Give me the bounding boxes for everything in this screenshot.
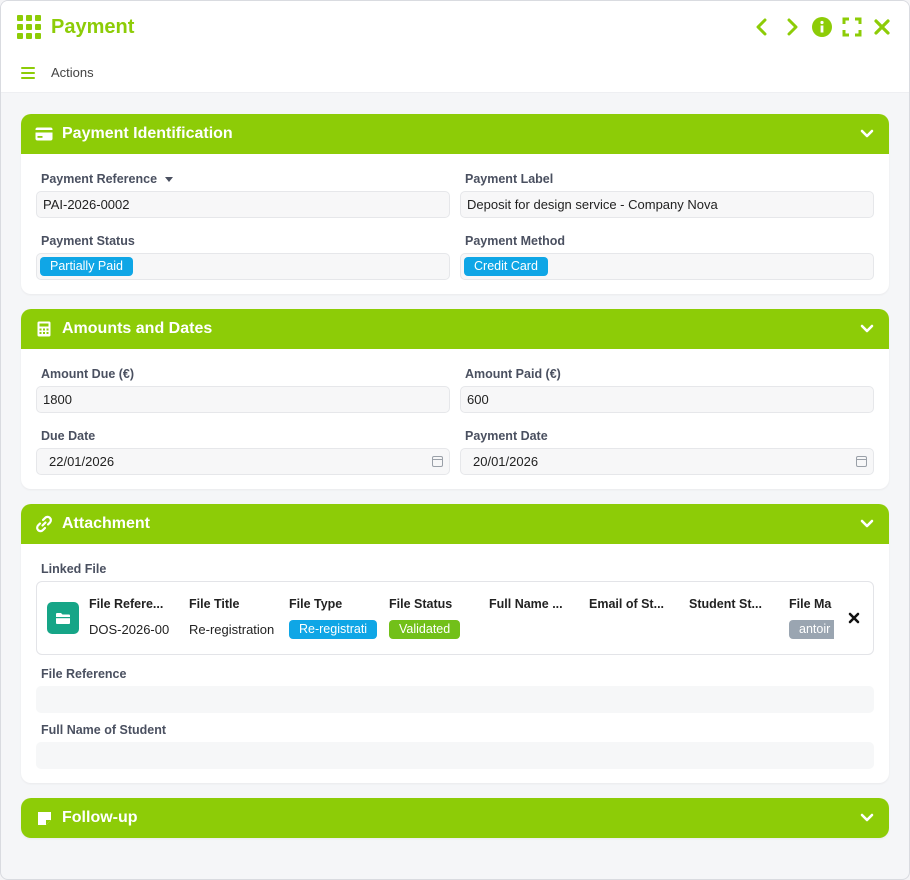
section-title: Attachment: [62, 515, 151, 532]
payment-date-label: Payment Date: [465, 429, 548, 443]
chevron-down-icon[interactable]: [859, 321, 875, 337]
file-manager-badge: antoir: [789, 619, 834, 639]
fullscreen-button[interactable]: [841, 16, 863, 38]
status-badge: Partially Paid: [40, 257, 133, 276]
window-title: Payment: [51, 15, 135, 38]
due-date-input[interactable]: 22/01/2026: [36, 448, 450, 475]
due-date-label: Due Date: [41, 429, 96, 443]
payment-reference-label: Payment Reference: [41, 172, 158, 186]
section-attachment: Attachment Linked File File Refere... DO…: [21, 504, 889, 783]
linked-file-label: Linked File: [41, 562, 107, 576]
file-reference-field: File Reference: [36, 667, 874, 713]
chevron-down-icon[interactable]: [859, 516, 875, 532]
chevron-down-icon[interactable]: [859, 126, 875, 142]
info-button[interactable]: [811, 16, 833, 38]
amount-due-label: Amount Due (€): [41, 367, 135, 381]
next-record-button[interactable]: [781, 16, 803, 38]
close-window-button[interactable]: [871, 16, 893, 38]
actions-button[interactable]: Actions: [51, 65, 94, 80]
credit-card-icon: [35, 125, 53, 143]
column-header: Email of St...: [589, 597, 665, 611]
due-date-field: Due Date 22/01/2026: [36, 423, 450, 475]
app-grid-icon[interactable]: [17, 15, 41, 39]
student-status-value: [689, 619, 781, 639]
payment-status-field: Payment Status Partially Paid: [36, 228, 450, 280]
file-title-value: Re-registration: [189, 621, 275, 637]
linked-file-columns: File Refere... DOS-2026-00 File Title Re…: [89, 597, 834, 639]
section-header-amounts-dates[interactable]: Amounts and Dates: [21, 309, 889, 349]
payment-reference-field: Payment Reference PAI-2026-0002: [36, 166, 450, 218]
section-title: Follow-up: [62, 809, 138, 826]
column-header: File Ma: [789, 597, 832, 611]
payment-label-field: Payment Label Deposit for design service…: [460, 166, 874, 218]
payment-label-input[interactable]: Deposit for design service - Company Nov…: [460, 191, 874, 218]
chevron-right-icon: [787, 18, 798, 36]
section-amounts-dates: Amounts and Dates Amount Due (€) 1800 Am…: [21, 309, 889, 489]
column-header: File Status: [389, 597, 453, 611]
full-name-field: Full Name of Student: [36, 723, 874, 769]
payment-reference-input[interactable]: PAI-2026-0002: [36, 191, 450, 218]
section-title: Amounts and Dates: [62, 320, 213, 337]
note-icon: [35, 809, 53, 827]
payment-status-label: Payment Status: [41, 234, 135, 248]
title-actions: [751, 16, 893, 38]
folder-icon: [47, 602, 79, 634]
section-follow-up: Follow-up: [21, 798, 889, 838]
payment-date-value: 20/01/2026: [473, 454, 539, 469]
full-name-label: Full Name of Student: [41, 723, 166, 737]
amount-due-input[interactable]: 1800: [36, 386, 450, 413]
file-reference-input[interactable]: [36, 686, 874, 713]
payment-method-label: Payment Method: [465, 234, 566, 248]
column-header: Student St...: [689, 597, 762, 611]
payment-method-field: Payment Method Credit Card: [460, 228, 874, 280]
sort-caret-icon[interactable]: [165, 176, 174, 182]
amount-paid-input[interactable]: 600: [460, 386, 874, 413]
remove-link-button[interactable]: [845, 609, 863, 627]
payment-date-input[interactable]: 20/01/2026: [460, 448, 874, 475]
section-header-payment-identification[interactable]: Payment Identification: [21, 114, 889, 154]
file-status-badge: Validated: [389, 619, 461, 639]
file-type-badge: Re-registrati: [289, 619, 378, 639]
amount-due-field: Amount Due (€) 1800: [36, 361, 450, 413]
payment-window: Payment Actions Payment Identification P…: [0, 0, 910, 880]
payment-status-select[interactable]: Partially Paid: [36, 253, 450, 280]
title-bar: Payment: [1, 1, 909, 53]
section-title: Payment Identification: [62, 125, 233, 142]
column-header: Full Name ...: [489, 597, 563, 611]
chevron-down-icon[interactable]: [859, 810, 875, 826]
menu-icon[interactable]: [21, 66, 35, 79]
close-icon: [848, 612, 860, 624]
file-reference-label: File Reference: [41, 667, 127, 681]
due-date-value: 22/01/2026: [49, 454, 115, 469]
email-value: [589, 619, 681, 639]
link-icon: [35, 515, 53, 533]
linked-file-card[interactable]: File Refere... DOS-2026-00 File Title Re…: [36, 581, 874, 655]
section-header-follow-up[interactable]: Follow-up: [21, 798, 889, 838]
calendar-icon[interactable]: [432, 456, 443, 467]
chevron-left-icon: [756, 18, 767, 36]
full-name-value: [489, 619, 581, 639]
calendar-icon[interactable]: [856, 456, 867, 467]
section-payment-identification: Payment Identification Payment Reference…: [21, 114, 889, 294]
amount-paid-label: Amount Paid (€): [465, 367, 561, 381]
actions-bar: Actions: [1, 53, 909, 93]
section-header-attachment[interactable]: Attachment: [21, 504, 889, 544]
payment-label-label: Payment Label: [465, 172, 554, 186]
amount-paid-field: Amount Paid (€) 600: [460, 361, 874, 413]
payment-date-field: Payment Date 20/01/2026: [460, 423, 874, 475]
previous-record-button[interactable]: [751, 16, 773, 38]
calculator-icon: [35, 320, 53, 338]
info-icon: [812, 17, 832, 37]
method-badge: Credit Card: [464, 257, 548, 276]
payment-method-select[interactable]: Credit Card: [460, 253, 874, 280]
close-icon: [874, 19, 890, 35]
file-reference-value: DOS-2026-00: [89, 621, 170, 637]
column-header: File Refere...: [89, 597, 164, 611]
column-header: File Title: [189, 597, 240, 611]
expand-icon: [842, 17, 862, 37]
column-header: File Type: [289, 597, 343, 611]
full-name-input[interactable]: [36, 742, 874, 769]
form-content: Payment Identification Payment Reference…: [1, 94, 909, 879]
